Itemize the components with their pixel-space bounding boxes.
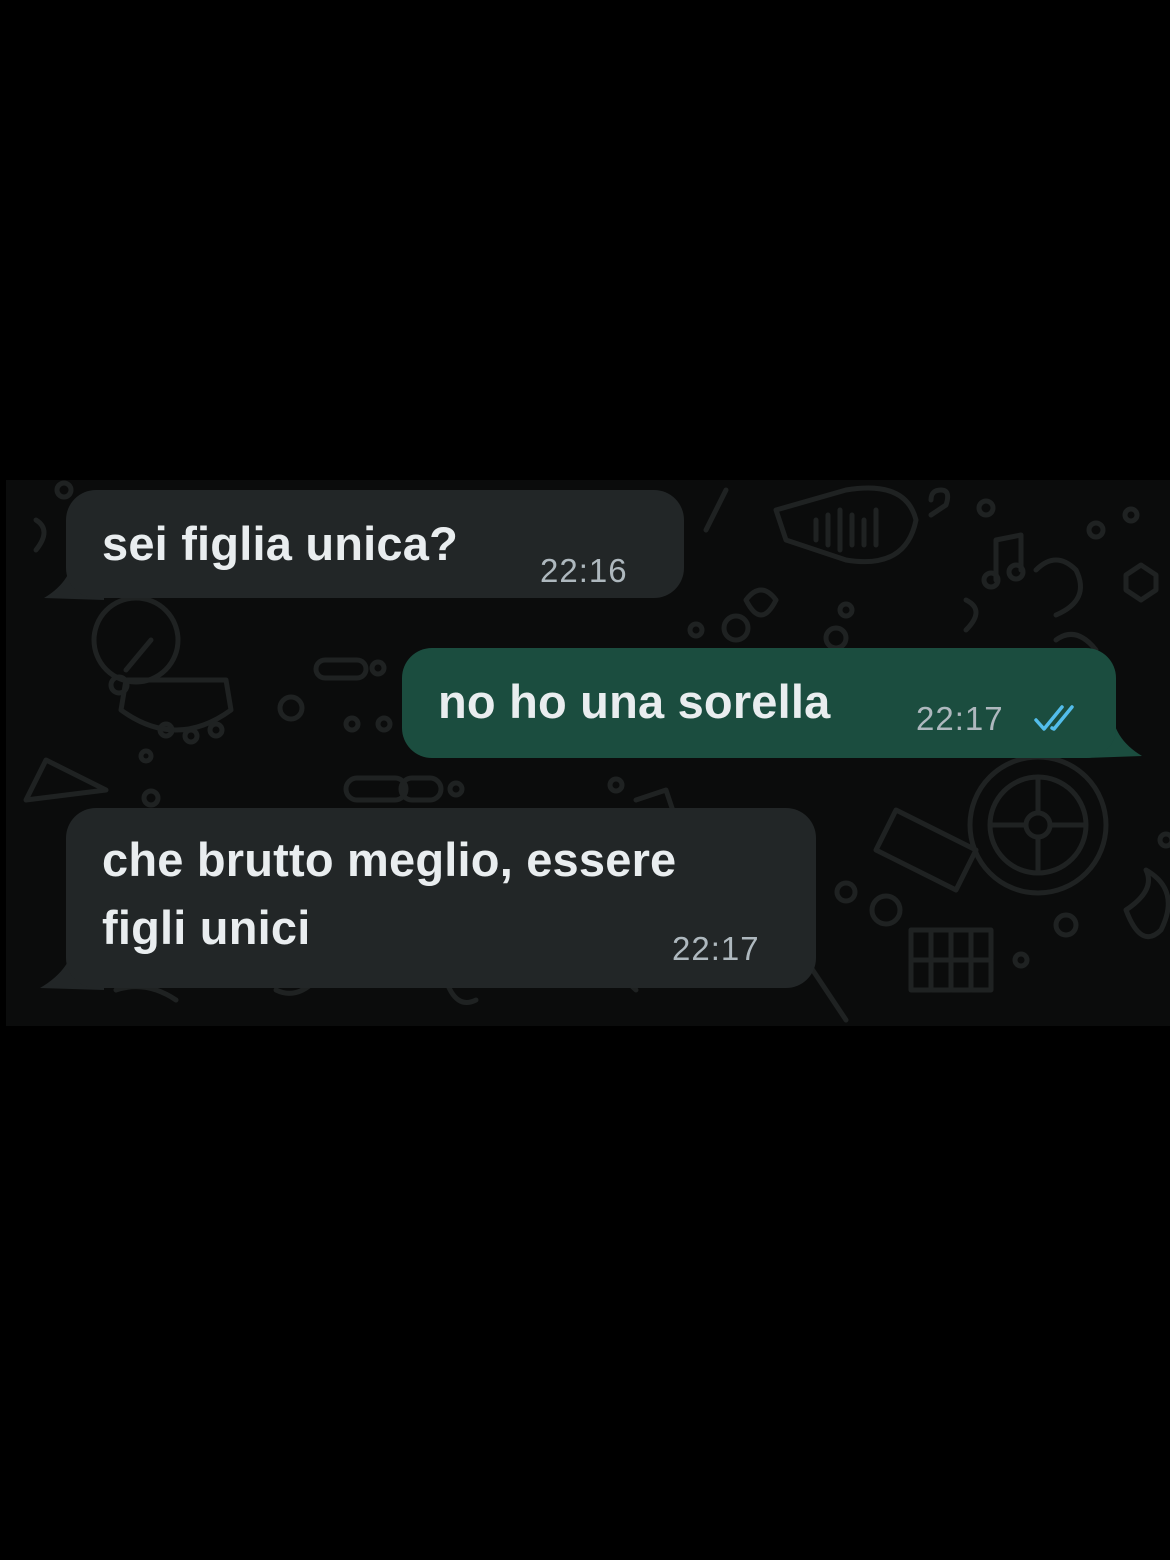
message-timestamp: 22:17: [916, 700, 1004, 737]
message-text: che brutto meglio, essere figli unici: [102, 833, 677, 954]
message-timestamp: 22:17: [672, 930, 760, 967]
message-bubble-incoming[interactable]: sei figlia unica? 22:16: [66, 490, 684, 598]
double-check-read-icon: [1034, 705, 1074, 731]
message-text: sei figlia unica?: [102, 517, 458, 570]
message-bubble-incoming[interactable]: che brutto meglio, essere figli unici 22…: [66, 808, 816, 988]
message-timestamp: 22:16: [540, 552, 628, 589]
chat-panel: sei figlia unica? 22:16 no ho una sorell…: [6, 480, 1170, 1026]
message-bubble-outgoing[interactable]: no ho una sorella 22:17: [402, 648, 1116, 758]
message-text: no ho una sorella: [438, 675, 831, 728]
